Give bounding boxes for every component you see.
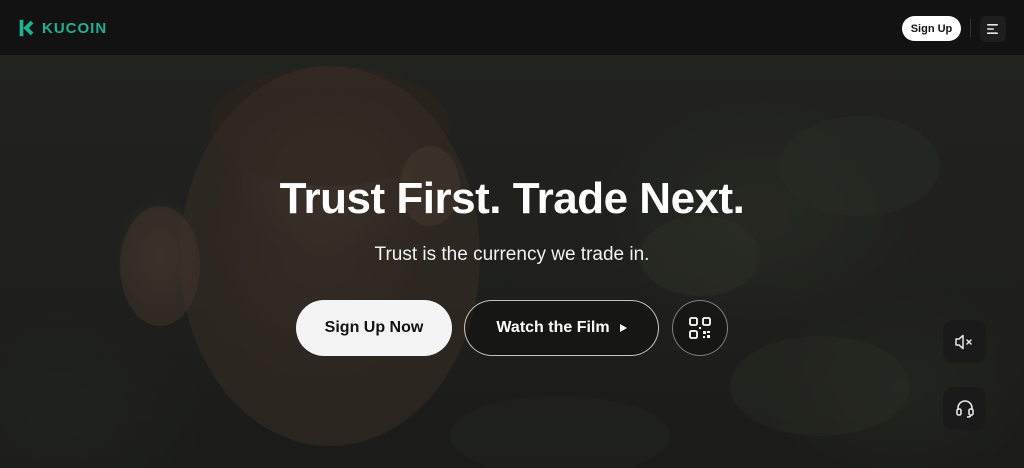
qr-code-icon xyxy=(689,317,711,339)
hero-subtitle: Trust is the currency we trade in. xyxy=(374,244,650,265)
watch-the-film-button[interactable]: Watch the Film xyxy=(464,300,659,356)
kucoin-logo[interactable]: KUCOIN xyxy=(16,17,107,39)
top-header: KUCOIN Sign Up xyxy=(0,0,1024,56)
qr-code-button[interactable] xyxy=(672,300,728,356)
header-divider xyxy=(970,19,971,37)
mute-button[interactable] xyxy=(943,320,986,363)
menu-button[interactable] xyxy=(980,16,1006,42)
hero-section: Trust First. Trade Next. Trust is the cu… xyxy=(0,56,1024,468)
menu-icon xyxy=(987,24,998,34)
header-sign-up-button[interactable]: Sign Up xyxy=(902,16,961,41)
volume-mute-icon xyxy=(954,334,972,349)
support-button[interactable] xyxy=(943,387,986,430)
sign-up-now-button[interactable]: Sign Up Now xyxy=(296,300,452,356)
kucoin-logo-icon xyxy=(19,19,34,37)
play-icon xyxy=(619,324,627,332)
headset-icon xyxy=(955,399,974,418)
page: KUCOIN Sign Up Trust First. Trade Next. … xyxy=(0,0,1024,468)
watch-the-film-label: Watch the Film xyxy=(496,319,610,336)
logo-text: KUCOIN xyxy=(42,19,108,37)
hero-title: Trust First. Trade Next. xyxy=(279,174,745,223)
